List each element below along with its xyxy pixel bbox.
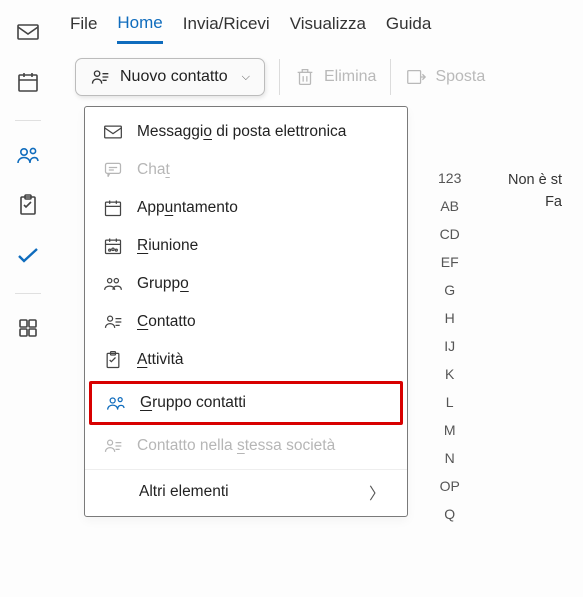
company-icon xyxy=(103,436,123,456)
menu-item-group[interactable]: Gruppo xyxy=(85,265,407,303)
ribbon-toolbar: Nuovo contatto ⌵ Elimina Sposta xyxy=(75,58,485,96)
new-contact-label: Nuovo contatto xyxy=(120,68,228,86)
nav-mail-icon[interactable] xyxy=(16,20,40,48)
move-button: Sposta xyxy=(405,66,485,88)
alpha-index-item[interactable]: 123 xyxy=(438,170,461,186)
menu-item-contact[interactable]: Contatto xyxy=(85,303,407,341)
alpha-index-item[interactable]: EF xyxy=(441,254,459,270)
more-label: Altri elementi xyxy=(139,483,229,501)
menu-item-contact-group[interactable]: Gruppo contatti xyxy=(92,384,400,422)
chevron-right-icon: 〉 xyxy=(369,480,385,504)
tab-view[interactable]: Visualizza xyxy=(290,14,366,42)
tab-help[interactable]: Guida xyxy=(386,14,431,42)
nav-apps-icon[interactable] xyxy=(16,316,40,344)
meeting-icon xyxy=(103,236,123,256)
alpha-index-item[interactable]: OP xyxy=(440,478,460,494)
group-icon xyxy=(103,274,123,294)
delete-button: Elimina xyxy=(294,66,376,88)
navbar-separator-2 xyxy=(15,293,41,294)
alpha-index-item[interactable]: Q xyxy=(444,506,455,522)
menu-item-appointment[interactable]: Appuntamento xyxy=(85,189,407,227)
alpha-index-item[interactable]: L xyxy=(446,394,454,410)
app-navbar xyxy=(0,0,55,597)
delete-label: Elimina xyxy=(324,68,376,86)
mail-icon xyxy=(103,122,123,142)
navbar-separator xyxy=(15,120,41,121)
menu-item-same-company: Contatto nella stessa società xyxy=(85,427,407,465)
menu-item-email[interactable]: Messaggio di posta elettronica xyxy=(85,113,407,151)
contact-group-icon xyxy=(106,393,126,413)
move-label: Sposta xyxy=(435,68,485,86)
alpha-index-item[interactable]: AB xyxy=(440,198,459,214)
menu-item-task[interactable]: Attività xyxy=(85,341,407,379)
nav-people-icon[interactable] xyxy=(16,143,40,171)
ribbon-tabs: File Home Invia/Ricevi Visualizza Guida xyxy=(70,0,431,44)
nav-calendar-icon[interactable] xyxy=(16,70,40,98)
highlight-box: Gruppo contatti xyxy=(89,381,403,425)
tab-send-receive[interactable]: Invia/Ricevi xyxy=(183,14,270,42)
nav-todo-icon[interactable] xyxy=(16,243,40,271)
menu-item-more[interactable]: Altri elementi 〉 xyxy=(85,469,407,510)
new-contact-button[interactable]: Nuovo contatto ⌵ xyxy=(75,58,265,96)
alpha-index-item[interactable]: G xyxy=(444,282,455,298)
task-icon xyxy=(103,350,123,370)
contact-icon xyxy=(103,312,123,332)
empty-state-text: Non è st Fa xyxy=(508,170,562,214)
chevron-down-icon: ⌵ xyxy=(242,71,250,84)
alpha-index-item[interactable]: M xyxy=(444,422,456,438)
tab-file[interactable]: File xyxy=(70,14,97,42)
alpha-index: 123 AB CD EF G H IJ K L M N OP Q xyxy=(438,170,461,522)
toolbar-separator-2 xyxy=(390,59,391,95)
chat-icon xyxy=(103,160,123,180)
menu-item-chat: Chat xyxy=(85,151,407,189)
alpha-index-item[interactable]: K xyxy=(445,366,454,382)
alpha-index-item[interactable]: N xyxy=(445,450,455,466)
toolbar-separator xyxy=(279,59,280,95)
alpha-index-item[interactable]: CD xyxy=(440,226,460,242)
nav-tasks-icon[interactable] xyxy=(16,193,40,221)
alpha-index-item[interactable]: IJ xyxy=(444,338,455,354)
alpha-index-item[interactable]: H xyxy=(445,310,455,326)
menu-item-meeting[interactable]: Riunione xyxy=(85,227,407,265)
calendar-icon xyxy=(103,198,123,218)
tab-home[interactable]: Home xyxy=(117,13,162,44)
new-item-dropdown: Messaggio di posta elettronica Chat Appu… xyxy=(84,106,408,517)
